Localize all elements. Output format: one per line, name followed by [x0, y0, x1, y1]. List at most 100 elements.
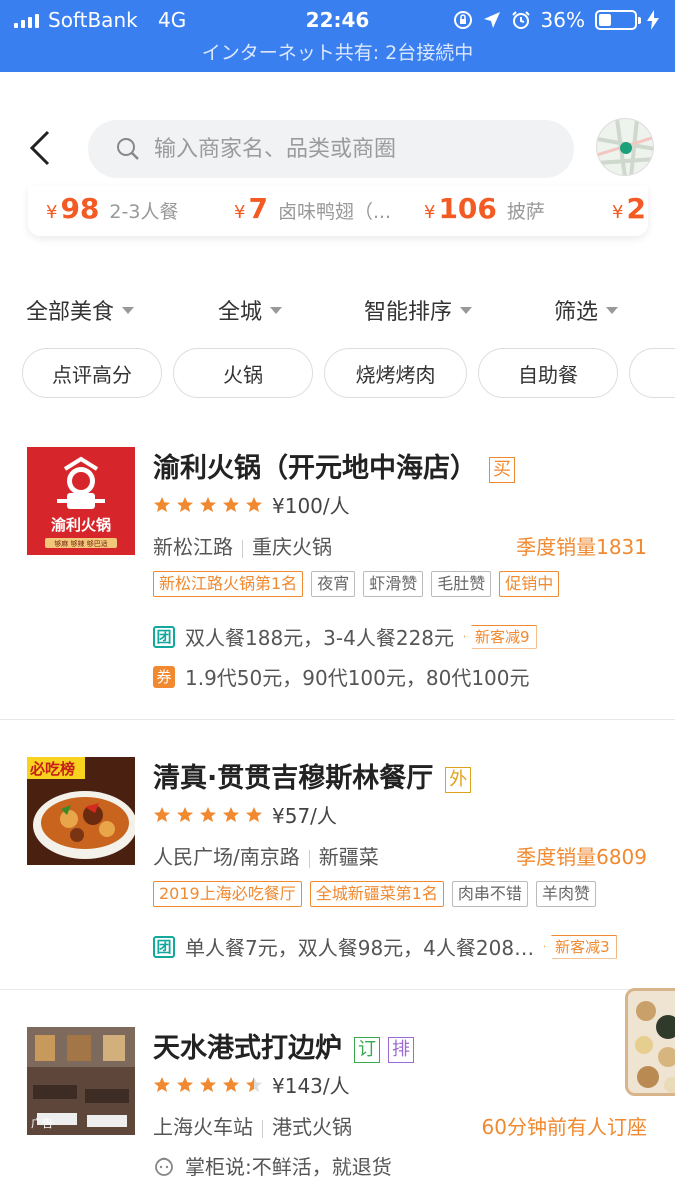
- filter-sort[interactable]: 智能排序: [364, 294, 473, 326]
- reserve-badge: 订: [354, 1036, 380, 1063]
- rotation-lock-icon: [453, 11, 472, 29]
- quarterly-sales: 季度销量6809: [516, 845, 647, 869]
- status-bar: SoftBank 4G 22:46 36% インターネット共有: 2台接続中: [0, 0, 675, 72]
- star-icon: [177, 496, 193, 512]
- floating-promo[interactable]: [625, 988, 675, 1096]
- owner-quote: 掌柜说:不鲜活，就退货: [153, 1151, 392, 1180]
- label-tag: 肉串不错: [451, 881, 528, 907]
- deal-item[interactable]: ¥98 2-3人餐: [46, 192, 178, 225]
- recent-booking: 60分钟前有人订座: [481, 1115, 647, 1139]
- star-icon: [200, 806, 216, 822]
- search-icon: [117, 138, 139, 160]
- quick-tag[interactable]: 点评高分: [22, 348, 162, 398]
- star-icon: [177, 1076, 193, 1092]
- star-icon: [154, 806, 170, 822]
- must-eat-badge: 必吃榜: [30, 760, 76, 778]
- quick-tag-row: 点评高分 火锅 烧烤烤肉 自助餐: [0, 348, 675, 400]
- quick-tag-more[interactable]: [629, 348, 675, 398]
- star-icon: [154, 496, 170, 512]
- charging-bolt-icon: [647, 10, 659, 30]
- group-deal-offer[interactable]: 团 单人餐7元，双人餐98元，4人餐208… 新客减3: [153, 932, 617, 961]
- restaurant-thumbnail: 渝利火锅 够麻 够辣 够巴适: [27, 447, 135, 555]
- quarterly-sales: 季度销量1831: [516, 535, 647, 559]
- hotspot-banner[interactable]: インターネット共有: 2台接続中: [0, 38, 675, 65]
- voucher-icon: 券: [153, 665, 175, 688]
- deals-strip: ¥98 2-3人餐 ¥7 卤味鸭翅（... ¥106 披萨 ¥2: [28, 186, 648, 236]
- quick-tag[interactable]: 自助餐: [478, 348, 618, 398]
- back-arrow-icon[interactable]: [28, 130, 54, 166]
- restaurant-name: 清真·贯贯吉穆斯林餐厅外: [153, 756, 472, 795]
- chevron-down-icon: [460, 306, 473, 314]
- chef-icon: [155, 1157, 173, 1176]
- restaurant-thumbnail: 必吃榜: [27, 757, 135, 865]
- restaurant-labels: 新松江路火锅第1名 夜宵 虾滑赞 毛肚赞 促销中: [153, 571, 560, 597]
- star-icon: [177, 806, 193, 822]
- restaurant-name: 渝利火锅（开元地中海店）买: [153, 446, 515, 485]
- alarm-icon: [511, 11, 530, 29]
- avg-price: ¥100/人: [272, 494, 350, 518]
- food-photo: [628, 991, 675, 1093]
- restaurant-logo-slogan: 够麻 够辣 够巴适: [54, 540, 108, 548]
- voucher-offer[interactable]: 券 1.9代50元，90代100元，80代100元: [153, 662, 530, 691]
- deal-item[interactable]: ¥7 卤味鸭翅（...: [234, 192, 391, 225]
- restaurant-logo-text: 渝利火锅: [50, 516, 111, 534]
- restaurant-card[interactable]: 渝利火锅 够麻 够辣 够巴适 渝利火锅（开元地中海店）买 ¥100/人 新松江路…: [0, 430, 675, 720]
- buy-badge: 买: [489, 456, 515, 483]
- filter-area[interactable]: 全城: [218, 294, 283, 326]
- star-icon: [200, 496, 216, 512]
- quick-tag[interactable]: 烧烤烤肉: [324, 348, 467, 398]
- deal-item[interactable]: ¥2: [612, 192, 648, 225]
- label-tag: 促销中: [499, 571, 560, 597]
- chevron-down-icon: [270, 306, 283, 314]
- filter-bar: 全部美食 全城 智能排序 筛选: [0, 288, 675, 330]
- star-icon: [223, 1076, 239, 1092]
- queue-badge: 排: [388, 1036, 414, 1063]
- battery-icon: [595, 10, 641, 30]
- group-deal-icon: 团: [153, 625, 175, 648]
- group-deal-icon: 团: [153, 935, 175, 958]
- search-bar[interactable]: [88, 120, 574, 178]
- battery-percent: 36%: [540, 8, 585, 32]
- label-tag: 羊肉赞: [535, 881, 596, 907]
- deal-item[interactable]: ¥106 披萨: [424, 192, 545, 225]
- star-rating: ¥57/人: [153, 800, 337, 829]
- restaurant-area: 新松江路 重庆火锅: [153, 535, 332, 559]
- ad-label: 广告: [31, 1117, 53, 1130]
- star-rating: ¥100/人: [153, 490, 350, 519]
- star-icon: [223, 806, 239, 822]
- avg-price: ¥143/人: [272, 1074, 350, 1098]
- new-customer-tag: 新客减9: [464, 624, 537, 649]
- filter-screen[interactable]: 筛选: [554, 294, 619, 326]
- restaurant-area: 上海火车站 港式火锅: [153, 1115, 352, 1139]
- star-icon: [246, 1076, 262, 1092]
- map-button[interactable]: [596, 118, 654, 176]
- label-tag: 夜宵: [311, 571, 356, 597]
- new-customer-tag: 新客减3: [544, 934, 617, 959]
- quick-tag[interactable]: 火锅: [173, 348, 313, 398]
- star-icon: [223, 496, 239, 512]
- takeout-badge: 外: [445, 766, 472, 793]
- restaurant-thumbnail: 广告: [27, 1027, 135, 1135]
- divider: [0, 719, 675, 720]
- divider: [0, 989, 675, 990]
- restaurant-card[interactable]: 广告 天水港式打边炉订排 ¥143/人 上海火车站 港式火锅 60分钟前有人订座 …: [0, 1010, 675, 1200]
- map-location-dot: [620, 142, 632, 154]
- star-icon: [200, 1076, 216, 1092]
- label-tag: 2019上海必吃餐厅: [153, 881, 302, 907]
- star-icon: [246, 496, 262, 512]
- group-deal-offer[interactable]: 团 双人餐188元，3-4人餐228元 新客减9: [153, 622, 537, 651]
- star-icon: [154, 1076, 170, 1092]
- filter-category[interactable]: 全部美食: [26, 294, 135, 326]
- chevron-down-icon: [606, 306, 619, 314]
- label-tag: 新松江路火锅第1名: [153, 571, 304, 597]
- label-tag: 全城新疆菜第1名: [309, 881, 444, 907]
- label-tag: 毛肚赞: [431, 571, 492, 597]
- star-icon: [246, 806, 262, 822]
- label-tag: 虾滑赞: [363, 571, 424, 597]
- avg-price: ¥57/人: [272, 804, 337, 828]
- chevron-down-icon: [122, 306, 135, 314]
- search-header: [0, 110, 675, 186]
- location-arrow-icon: [483, 12, 500, 28]
- restaurant-card[interactable]: 必吃榜 清真·贯贯吉穆斯林餐厅外 ¥57/人 人民广场/南京路 新疆菜 季度销量6…: [0, 740, 675, 990]
- search-input[interactable]: [154, 130, 554, 168]
